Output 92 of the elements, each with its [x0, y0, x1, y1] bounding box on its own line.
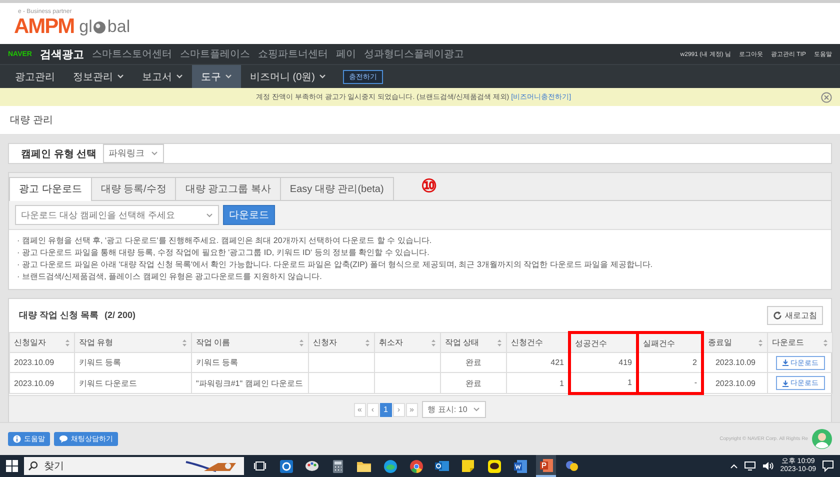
table-cell: 완료	[466, 378, 482, 388]
column-header[interactable]: 신청자	[308, 332, 374, 352]
service-link[interactable]: 성과형디스플레이광고	[364, 47, 464, 61]
service-link[interactable]: 스마트스토어센터	[92, 47, 172, 61]
chat-app-icon[interactable]	[488, 460, 500, 472]
logo-wordmark: AMPM	[14, 16, 74, 38]
chevron-up-icon[interactable]	[730, 463, 738, 469]
table-cell: 2023.10.09	[14, 378, 54, 388]
logo-suffix: bal	[107, 17, 130, 37]
download-button[interactable]: 다운로드	[223, 205, 275, 225]
search-icon	[28, 461, 38, 471]
close-icon[interactable]	[821, 92, 832, 102]
rows-per-page-dropdown[interactable]: 행 표시: 10	[422, 401, 486, 418]
table-cell: 2	[692, 358, 697, 367]
column-header: 성공건수	[570, 332, 638, 352]
nav-menu-item[interactable]: 광고관리	[6, 65, 64, 88]
table-cell: 1	[560, 378, 564, 388]
table-cell: 421	[550, 358, 564, 367]
list-count: (2/ 200)	[104, 310, 136, 320]
table-cell: 2023.10.09	[715, 378, 756, 388]
first-page-button[interactable]: «	[354, 402, 366, 416]
table-cell: 키워드 등록	[196, 358, 238, 367]
table-cell: 2023.10.09	[715, 358, 756, 367]
column-header[interactable]: 작업 유형	[74, 332, 192, 352]
refresh-button[interactable]: 새로고침	[767, 306, 823, 324]
info-note: · 광고 다운로드 파일을 통해 대량 등록, 수정 작업에 필요한 '광고그룹 ID, 키워드 ID' 등의 정보를 확인할 수 있습니다.	[17, 247, 430, 259]
presentation-app-icon[interactable]	[540, 458, 552, 472]
speech-bubble-icon	[59, 435, 68, 443]
previous-page-button[interactable]: ‹	[366, 402, 379, 416]
sticky-note-icon[interactable]	[462, 460, 474, 472]
logo-suffix: gl	[79, 17, 92, 37]
task-view-icon[interactable]	[254, 460, 266, 472]
table-cell: -	[694, 378, 697, 387]
refresh-icon	[773, 310, 782, 320]
last-page-button[interactable]: »	[406, 402, 418, 416]
column-header[interactable]: 작업 이름	[192, 332, 308, 352]
document-app-icon[interactable]	[514, 460, 526, 472]
column-header[interactable]: 신청일자	[10, 332, 74, 352]
chevron-down-icon	[473, 407, 480, 412]
windows-start-icon[interactable]	[6, 460, 18, 472]
taskbar-search-field[interactable]: 찾기	[24, 457, 244, 475]
table-cell: 419	[618, 358, 632, 367]
column-header[interactable]: 다운로드	[768, 332, 832, 352]
campaign-select[interactable]: 다운로드 대상 캠페인을 선택해 주세요	[15, 205, 219, 225]
tab[interactable]: 광고 다운로드	[9, 177, 92, 201]
browser-icon[interactable]	[410, 460, 422, 472]
globe-icon	[93, 20, 106, 34]
info-note: · 캠페인 유형을 선택 후, '광고 다운로드'를 진행해주세요. 캠페인은 최대 20개까지 선택하여 다운로드 할 수 있습니다.	[17, 235, 433, 247]
info-note: · 광고 다운로드 파일은 아래 '대량 작업 신청 목록'에서 확인 가능합니다. 다운로드 파일은 압축(ZIP) 폴더 형식으로 제공되며, 최근 3개월까지의 작업한 다운로드 파일을 제공합니다.	[17, 259, 654, 271]
next-page-button[interactable]: ›	[392, 402, 405, 416]
column-header: 신청건수	[506, 332, 570, 352]
table-cell: 키워드 다운로드	[79, 378, 138, 388]
browser-icon[interactable]	[384, 460, 396, 472]
folder-icon[interactable]	[357, 460, 371, 472]
nav-menu-item[interactable]: 보고서	[133, 65, 192, 88]
nav-menu-item[interactable]: 정보관리	[64, 65, 133, 88]
browser-icon[interactable]	[280, 460, 292, 472]
monitor-icon[interactable]	[744, 461, 756, 471]
table-cell: 1	[628, 378, 632, 387]
table-cell: "파워링크#1" 캠페인 다운로드	[196, 378, 304, 388]
download-icon	[782, 380, 788, 386]
column-header[interactable]: 종료일	[702, 332, 768, 352]
info-icon	[13, 435, 21, 443]
palette-icon[interactable]	[305, 460, 319, 472]
calculator-icon[interactable]	[333, 460, 343, 472]
column-header: 실패건수	[638, 332, 702, 352]
chevron-down-icon	[150, 151, 158, 156]
table-cell: 키워드 등록	[79, 358, 122, 367]
service-link[interactable]: 페이	[336, 47, 356, 61]
speaker-icon[interactable]	[762, 461, 774, 471]
nav-menu-item[interactable]: 도구	[192, 65, 241, 88]
column-header[interactable]: 취소자	[374, 332, 440, 352]
column-header[interactable]: 작업 상태	[440, 332, 506, 352]
service-link[interactable]: 쇼핑파트너센터	[258, 47, 328, 61]
list-title: 대량 작업 신청 목록	[19, 308, 99, 322]
overlapping-circles-icon[interactable]	[565, 460, 579, 472]
campaign-type-dropdown[interactable]: 파워링크	[102, 144, 164, 163]
page-button[interactable]: 1	[380, 402, 392, 416]
field-label: 캠페인 유형 선택	[21, 148, 97, 160]
download-icon	[782, 359, 788, 366]
chevron-down-icon	[206, 212, 213, 218]
service-link[interactable]: 스마트플레이스	[180, 47, 250, 61]
table-cell: 완료	[466, 358, 482, 367]
info-note: · 브랜드검색/신제품검색, 플레이스 캠페인 유형은 광고다운로드를 지원하지 않습니다.	[17, 271, 323, 283]
notification-icon[interactable]	[822, 460, 834, 472]
tab[interactable]: Easy 대량 관리(beta)	[280, 177, 394, 200]
step-marker: ⑩	[421, 177, 437, 195]
nav-menu-item[interactable]: 비즈머니 (0원)	[241, 65, 335, 88]
service-title[interactable]: 검색광고	[40, 46, 84, 62]
table-cell: 2023.10.09	[14, 358, 54, 367]
mail-icon[interactable]	[435, 460, 449, 472]
page-title: 대량 관리	[10, 114, 53, 127]
